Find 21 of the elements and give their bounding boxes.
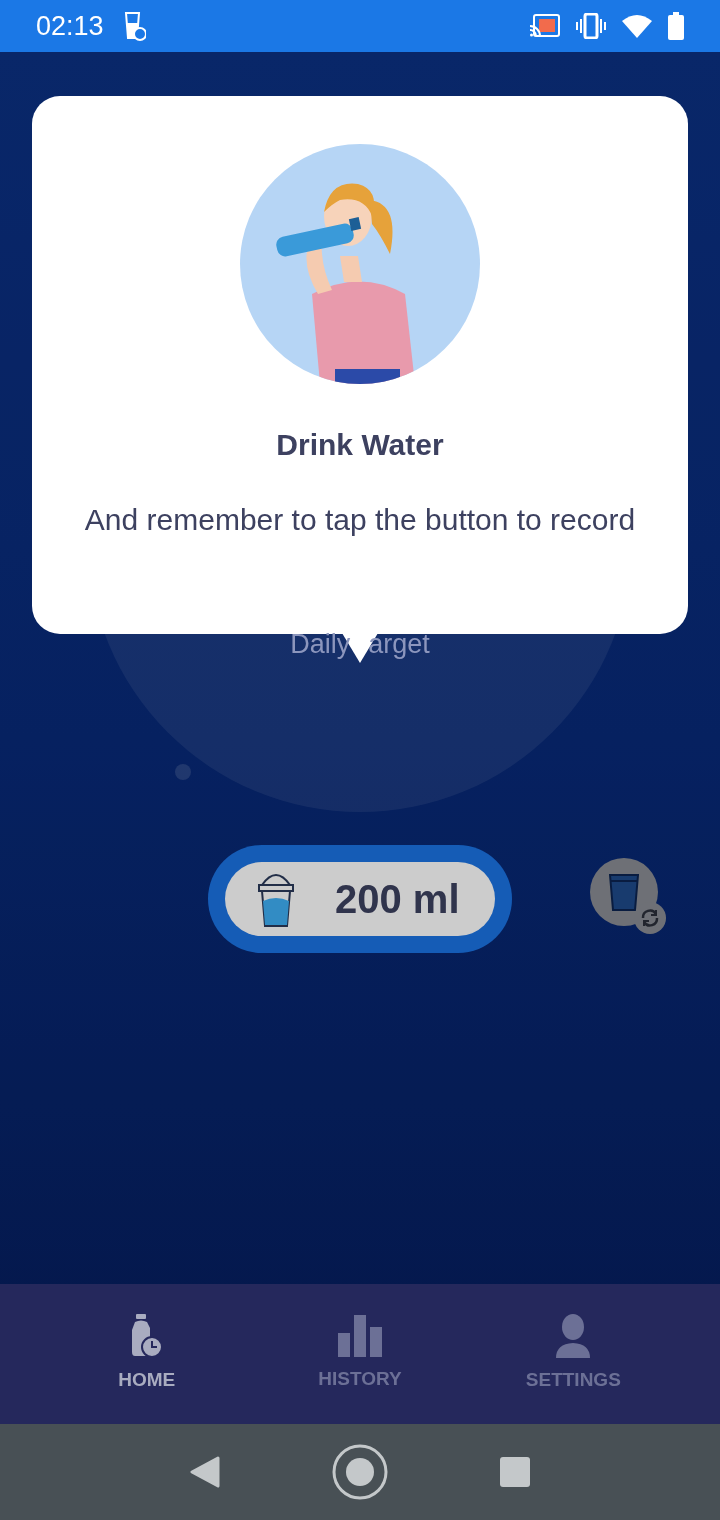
bar-chart-icon [338, 1314, 382, 1357]
popup-message: And remember to tap the button to record [84, 502, 636, 538]
popup-title: Drink Water [276, 427, 444, 463]
battery-icon [668, 12, 684, 40]
wifi-icon [622, 14, 652, 38]
daily-target-label: arget [368, 628, 430, 661]
cast-icon [530, 14, 560, 38]
glass-clock-icon [123, 11, 146, 41]
daily-target-label: Daily [290, 628, 351, 661]
vibrate-icon [576, 13, 606, 39]
refresh-icon [634, 902, 666, 934]
back-icon[interactable] [190, 1456, 220, 1488]
status-time: 02:13 [36, 9, 104, 43]
bottle-clock-icon [131, 1313, 162, 1358]
glass-icon [609, 873, 639, 911]
drink-amount: 200 ml [335, 876, 460, 923]
cup-icon [257, 871, 295, 927]
nav-tab[interactable]: HOME [76, 1313, 217, 1395]
drink-button[interactable]: 200 ml [208, 845, 512, 953]
person-icon [556, 1313, 591, 1358]
home-icon[interactable] [332, 1444, 388, 1500]
